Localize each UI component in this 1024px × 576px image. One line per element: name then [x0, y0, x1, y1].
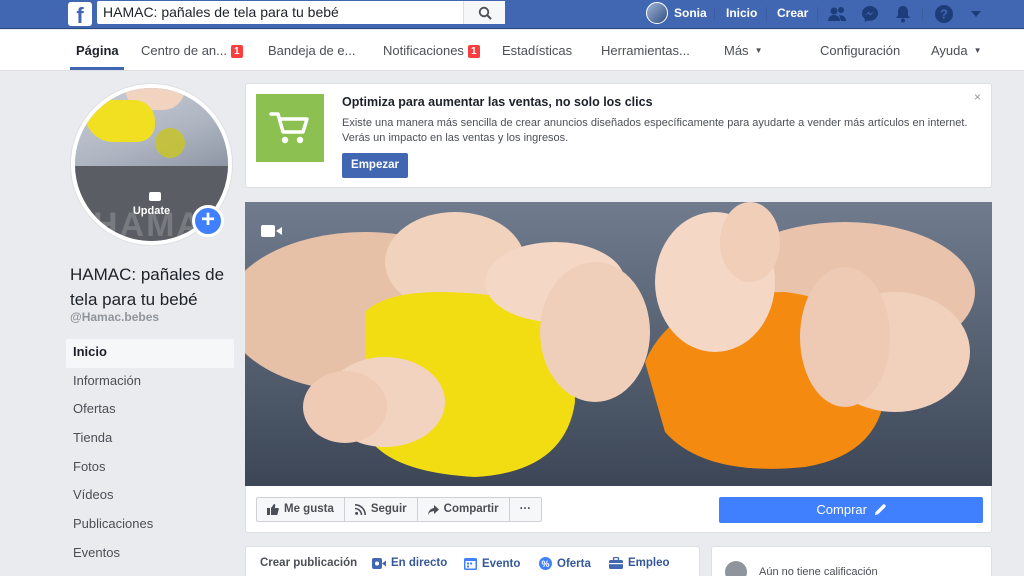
live-video-button[interactable]: En directo: [372, 557, 447, 569]
search-input[interactable]: HAMAC: pañales de tela para tu bebé: [97, 1, 463, 24]
caret-down-icon: ▼: [754, 46, 763, 55]
account-menu-caret-icon[interactable]: [965, 3, 987, 25]
tab-inbox[interactable]: Bandeja de e...: [268, 43, 355, 58]
share-arrow-icon: [427, 504, 439, 515]
briefcase-icon: [609, 557, 623, 569]
calendar-icon: [464, 558, 477, 570]
page-tabs-bar: Página Centro de an... 1 Bandeja de e... …: [0, 30, 1024, 71]
tab-label: Centro de an...: [141, 43, 227, 58]
close-icon[interactable]: ×: [974, 90, 981, 104]
divider: [817, 7, 818, 21]
active-tab-indicator: [70, 67, 124, 70]
facebook-logo-icon[interactable]: f: [68, 2, 92, 26]
offer-tag-icon: %: [539, 557, 552, 570]
leftnav-item-about[interactable]: Información: [66, 368, 234, 397]
divider: [766, 7, 767, 21]
leftnav-item-shop[interactable]: Tienda: [66, 425, 234, 454]
page-action-bar: Me gusta Seguir Compartir ··· Comprar: [245, 486, 992, 533]
cover-image-babies: [245, 202, 992, 486]
divider: [922, 7, 923, 21]
page-title: HAMAC: pañales de tela para tu bebé: [70, 265, 225, 309]
tab-label: Notificaciones: [383, 43, 464, 58]
add-story-button[interactable]: +: [192, 205, 224, 237]
leftnav-item-events[interactable]: Eventos: [66, 540, 234, 569]
offer-button[interactable]: % Oferta: [539, 557, 591, 570]
leftnav-item-videos[interactable]: Vídeos: [66, 482, 234, 511]
event-button[interactable]: Evento: [464, 557, 520, 570]
home-link[interactable]: Inicio: [726, 6, 757, 20]
live-video-icon: [372, 557, 386, 569]
search-box[interactable]: HAMAC: pañales de tela para tu bebé: [97, 1, 505, 24]
shop-now-button[interactable]: Comprar: [719, 497, 983, 523]
video-camera-icon: [261, 224, 283, 243]
caret-down-icon: ▼: [973, 46, 982, 55]
search-button[interactable]: [463, 1, 505, 24]
leftnav-item-offers[interactable]: Ofertas: [66, 396, 234, 425]
notifications-bell-icon[interactable]: [892, 3, 914, 25]
leftnav-item-photos[interactable]: Fotos: [66, 454, 234, 483]
post-composer: Crear publicación En directo Evento % Of…: [245, 546, 700, 576]
shopping-cart-icon: [256, 94, 324, 162]
share-label: Compartir: [443, 503, 499, 515]
rss-follow-icon: [354, 504, 366, 515]
more-dots-icon: ···: [519, 503, 532, 515]
like-label: Me gusta: [284, 503, 334, 515]
ad-description: Existe una manera más sencilla de crear …: [342, 117, 968, 144]
svg-text:?: ?: [940, 7, 948, 22]
tab-notifications[interactable]: Notificaciones 1: [383, 43, 480, 58]
tab-ads-center[interactable]: Centro de an... 1: [141, 43, 243, 58]
cursor-highlight: [155, 128, 185, 158]
user-avatar[interactable]: [646, 2, 668, 24]
event-label: Evento: [482, 557, 521, 570]
tab-help[interactable]: Ayuda ▼: [931, 43, 982, 58]
more-options-button[interactable]: ···: [510, 498, 542, 521]
ad-promo-card: Optimiza para aumentar las ventas, no so…: [245, 83, 992, 188]
svg-text:%: %: [541, 559, 549, 569]
rating-card: Aún no tiene calificación: [711, 546, 992, 576]
buy-label: Comprar: [816, 502, 867, 517]
help-icon[interactable]: ?: [933, 3, 955, 25]
tab-settings[interactable]: Configuración: [820, 43, 900, 58]
photo-detail: [85, 100, 155, 142]
rating-status-text: Aún no tiene calificación: [759, 566, 878, 576]
cover-video[interactable]: [245, 202, 992, 486]
like-button[interactable]: Me gusta: [257, 498, 345, 521]
divider: [714, 7, 715, 21]
tab-insights[interactable]: Estadísticas: [502, 43, 572, 58]
thumbs-up-icon: [267, 504, 279, 515]
tab-label: Más: [724, 43, 749, 58]
job-button[interactable]: Empleo: [609, 557, 670, 569]
messenger-icon[interactable]: [859, 3, 881, 25]
left-navigation: Inicio Información Ofertas Tienda Fotos …: [66, 339, 234, 569]
create-post-button[interactable]: Crear publicación: [260, 557, 357, 569]
job-label: Empleo: [628, 557, 670, 569]
follow-label: Seguir: [370, 503, 407, 515]
leftnav-item-posts[interactable]: Publicaciones: [66, 511, 234, 540]
tab-label: Ayuda: [931, 43, 968, 58]
top-navigation-bar: f HAMAC: pañales de tela para tu bebé So…: [0, 0, 1024, 29]
friends-icon[interactable]: [826, 3, 848, 25]
search-icon: [478, 6, 492, 20]
tab-more[interactable]: Más ▼: [724, 43, 762, 58]
notification-badge: 1: [467, 45, 480, 58]
create-link[interactable]: Crear: [777, 6, 808, 20]
pencil-edit-icon[interactable]: [874, 504, 886, 515]
profile-link[interactable]: Sonia: [674, 6, 707, 20]
offer-label: Oferta: [557, 557, 591, 570]
live-label: En directo: [391, 557, 448, 569]
start-button[interactable]: Empezar: [342, 153, 408, 178]
leftnav-item-home[interactable]: Inicio: [66, 339, 234, 368]
share-button[interactable]: Compartir: [418, 498, 510, 521]
tab-tools[interactable]: Herramientas...: [601, 43, 690, 58]
ad-title: Optimiza para aumentar las ventas, no so…: [342, 95, 653, 109]
notification-badge: 1: [231, 45, 243, 58]
follow-button[interactable]: Seguir: [345, 498, 418, 521]
tab-page[interactable]: Página: [76, 43, 119, 58]
page-action-buttons: Me gusta Seguir Compartir ···: [256, 497, 543, 522]
rating-star-icon: [725, 561, 747, 576]
page-username[interactable]: @Hamac.bebes: [70, 310, 159, 324]
camera-icon: [149, 192, 161, 201]
